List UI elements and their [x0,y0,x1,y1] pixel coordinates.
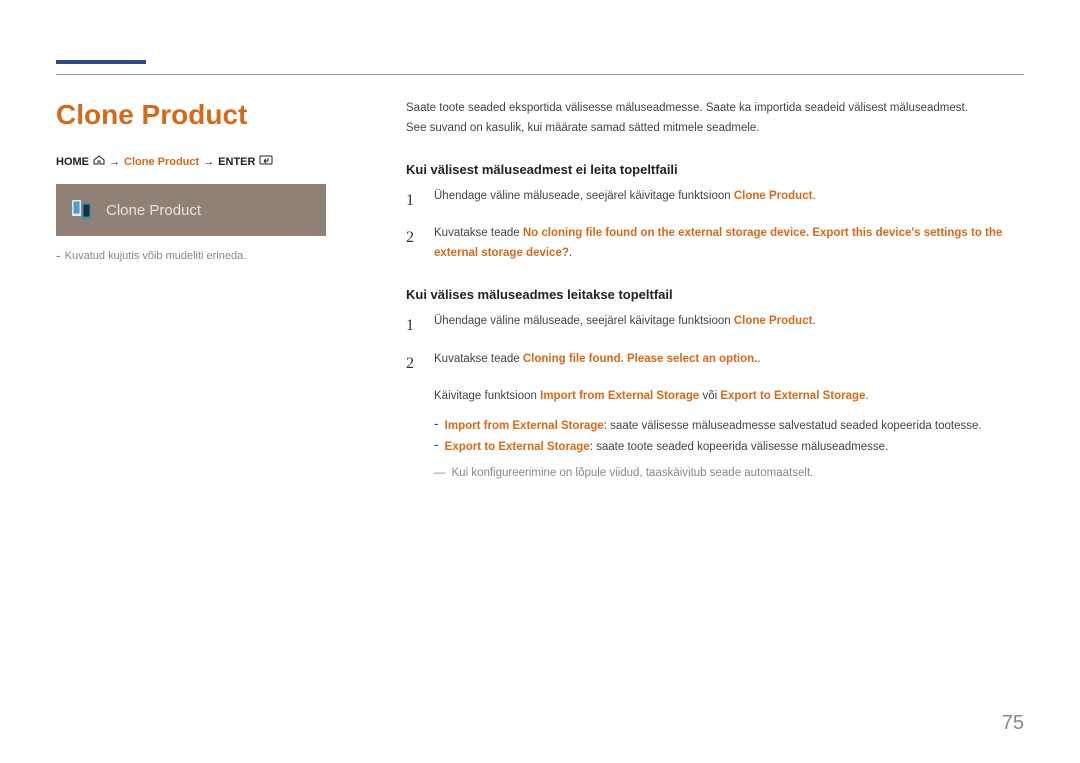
section-1-steps: 1 Ühendage väline mäluseade, seejärel kä… [406,187,1024,263]
step-highlight: Cloning file found. Please select an opt… [523,353,758,365]
step-number: 2 [406,350,420,377]
step-text: . [757,353,760,365]
clone-product-icon [70,197,96,223]
bullet-text: Import from External Storage: saate väli… [445,416,982,437]
panel-label: Clone Product [106,202,201,219]
bullet-item: - Import from External Storage: saate vä… [434,416,1024,437]
step-text: Ühendage väline mäluseade, seejärel käiv… [434,190,734,202]
section-2-subnote: Käivitage funktsioon Import from Externa… [434,387,1024,407]
bullet-highlight: Import from External Storage [445,420,604,432]
final-note-text: Kui konfigureerimine on lõpule viidud, t… [452,464,814,484]
step-text: . [569,247,572,259]
dash-icon: ― [434,464,446,484]
section-2-steps: 1 Ühendage väline mäluseade, seejärel kä… [406,312,1024,376]
home-icon [93,155,105,168]
breadcrumb-item: Clone Product [124,156,199,168]
bullet-text: Export to External Storage: saate toote … [445,437,889,458]
breadcrumb-enter: ENTER [218,156,255,168]
dash-icon: - [56,250,61,260]
dash-icon: - [434,416,439,437]
step-text: Kuvatakse teade [434,227,523,239]
page-title: Clone Product [56,99,326,131]
step-row: 1 Ühendage väline mäluseade, seejärel kä… [406,312,1024,339]
right-column: Saate toote seaded eksportida välisesse … [406,99,1024,483]
bullet-body: : saate toote seaded kopeerida välisesse… [590,441,889,453]
step-highlight: Clone Product [734,190,813,202]
step-highlight: Clone Product [734,315,813,327]
subnote-text: Käivitage funktsioon [434,390,540,402]
image-disclaimer: - Kuvatud kujutis võib mudeliti erineda. [56,250,326,262]
breadcrumb-arrow: → [203,156,214,168]
subnote-text: . [865,390,868,402]
step-number: 1 [406,312,420,339]
bullet-highlight: Export to External Storage [445,441,590,453]
bullet-list: - Import from External Storage: saate vä… [434,416,1024,457]
step-row: 2 Kuvatakse teade Cloning file found. Pl… [406,350,1024,377]
step-text: Ühendage väline mäluseade, seejärel käiv… [434,315,734,327]
step-row: 1 Ühendage väline mäluseade, seejärel kä… [406,187,1024,214]
top-divider [56,74,1024,75]
subnote-text: või [699,390,720,402]
step-body: Ühendage väline mäluseade, seejärel käiv… [434,187,1024,214]
dash-icon: - [434,437,439,458]
top-accent-bar [56,60,1024,70]
section-1-heading: Kui välisest mäluseadmest ei leita topel… [406,162,1024,177]
bullet-item: - Export to External Storage: saate toot… [434,437,1024,458]
step-number: 2 [406,224,420,263]
left-column: Clone Product HOME → Clone Product → ENT… [56,99,326,483]
intro-text: Saate toote seaded eksportida välisesse … [406,99,1024,138]
breadcrumb: HOME → Clone Product → ENTER [56,155,326,168]
intro-line-2: See suvand on kasulik, kui määrate samad… [406,119,1024,139]
page-number: 75 [1002,712,1024,735]
clone-product-panel: Clone Product [56,184,326,236]
section-2-heading: Kui välises mäluseadmes leitakse topeltf… [406,287,1024,302]
intro-line-1: Saate toote seaded eksportida välisesse … [406,99,1024,119]
enter-icon [259,155,273,168]
step-number: 1 [406,187,420,214]
disclaimer-text: Kuvatud kujutis võib mudeliti erineda. [65,250,247,262]
breadcrumb-arrow: → [109,156,120,168]
bullet-body: : saate välisesse mäluseadmesse salvesta… [604,420,982,432]
step-body: Kuvatakse teade No cloning file found on… [434,224,1024,263]
final-note: ― Kui konfigureerimine on lõpule viidud,… [434,464,1024,484]
step-text: . [812,190,815,202]
breadcrumb-home: HOME [56,156,89,168]
subnote-highlight: Export to External Storage [720,390,865,402]
step-text: . [812,315,815,327]
step-body: Kuvatakse teade Cloning file found. Plea… [434,350,1024,377]
subnote-highlight: Import from External Storage [540,390,699,402]
step-row: 2 Kuvatakse teade No cloning file found … [406,224,1024,263]
step-text: Kuvatakse teade [434,353,523,365]
step-body: Ühendage väline mäluseade, seejärel käiv… [434,312,1024,339]
